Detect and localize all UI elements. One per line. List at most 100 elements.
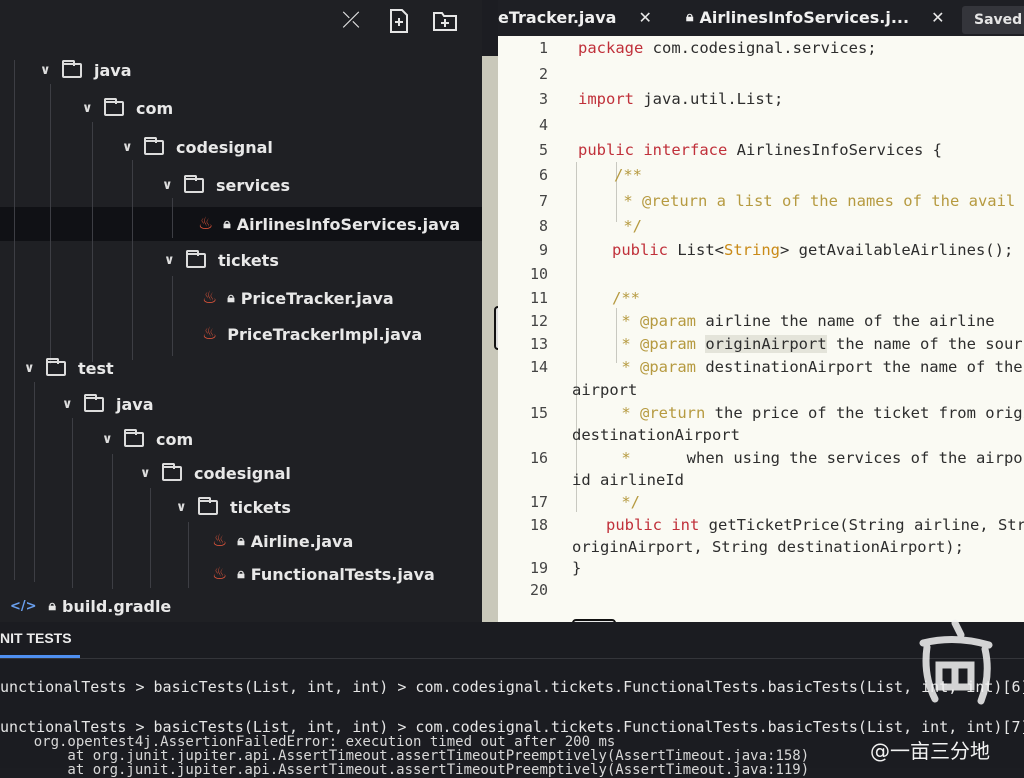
line-number: 4 [538,116,548,134]
line-number: 15 [529,404,548,422]
test-output-line: at org.junit.jupiter.api.AssertTimeout.a… [0,762,810,778]
chevron-down-icon: ∨ [102,431,113,447]
code-line: public int getTicketPrice(String airline… [606,516,1024,534]
code-file-icon: </> [10,598,37,614]
line-number: 14 [529,358,548,376]
line-number: 2 [538,65,548,83]
tree-folder-java[interactable]: ∨ java [62,389,154,419]
collapse-icon[interactable]: ⤫ [338,8,364,34]
new-folder-icon[interactable] [432,8,458,34]
new-file-icon[interactable] [386,8,412,34]
line-number: 13 [529,335,548,353]
tree-folder-com[interactable]: ∨ com [82,93,173,123]
java-file-icon: ♨ [198,214,214,234]
tree-label: codesignal [194,463,291,483]
code-line: id airlineId [572,471,684,489]
saved-status-badge: Saved [962,6,1024,34]
tree-label: AirlinesInfoServices.java [236,214,461,234]
lock-icon: 🔒︎ [223,216,231,232]
line-number: 5 [538,141,548,159]
folder-icon [184,174,204,193]
chevron-down-icon: ∨ [122,139,133,155]
chevron-down-icon: ∨ [62,396,73,412]
close-icon[interactable]: ✕ [931,8,944,27]
code-line: */ [614,217,642,235]
java-file-icon: ♨ [212,531,228,551]
tree-folder-com[interactable]: ∨ com [102,424,193,454]
line-number: 17 [529,493,548,511]
tree-folder-tickets[interactable]: ∨ tickets [164,245,279,275]
tab-label: AirlinesInfoServices.j... [699,7,910,27]
lock-icon: 🔒︎ [686,9,694,25]
code-editor[interactable]: eTracker.java ✕ 🔒︎ AirlinesInfoServices.… [498,0,1024,622]
chevron-down-icon: ∨ [82,100,93,116]
line-number: 11 [529,289,548,307]
tree-label: com [136,98,174,118]
tree-label: PriceTracker.java [240,288,394,308]
java-file-icon: ♨ [202,324,218,344]
divider [0,658,1024,659]
tree-folder-tickets[interactable]: ∨ tickets [176,492,291,522]
line-number: 8 [538,217,548,235]
lock-icon: 🔒︎ [237,533,245,549]
watermark-text: @一亩三分地 [870,739,990,763]
chevron-down-icon: ∨ [140,465,151,481]
chevron-down-icon: ∨ [176,499,187,515]
editor-tabs: eTracker.java ✕ 🔒︎ AirlinesInfoServices.… [498,0,1024,36]
code-line: /** [612,289,640,307]
code-line: } [572,559,582,577]
tree-folder-java[interactable]: ∨ java [40,55,132,85]
tree-folder-codesignal[interactable]: ∨ codesignal [122,132,273,162]
tree-label: tickets [230,497,291,517]
folder-icon [162,462,182,481]
chevron-down-icon: ∨ [164,252,175,268]
java-file-icon: ♨ [202,288,218,308]
tests-panel-tab[interactable]: NIT TESTS [0,630,72,646]
tree-folder-test[interactable]: ∨ test [24,353,114,383]
line-number: 20 [529,581,548,599]
tree-label: Airline.java [250,531,354,551]
folder-icon [124,428,144,447]
code-line: public List<String> getAvailableAirlines… [612,241,1014,259]
line-number: 12 [529,312,548,330]
code-line: */ [612,493,640,511]
code-line: airport [572,381,638,399]
code-line: originAirport, String destinationAirport… [572,538,964,556]
close-icon[interactable]: ✕ [638,8,651,27]
tree-folder-codesignal[interactable]: ∨ codesignal [140,458,291,488]
folder-icon [46,357,66,376]
tree-file-airline[interactable]: ♨ 🔒︎ Airline.java [212,526,353,556]
line-number: 18 [529,516,548,534]
line-number: 16 [529,449,548,467]
tree-label: com [156,429,194,449]
line-number: 3 [538,90,548,108]
tree-file-pricetrackerimpl[interactable]: ♨ PriceTrackerImpl.java [202,319,422,349]
tree-file-functionaltests[interactable]: ♨ 🔒︎ FunctionalTests.java [212,559,435,589]
line-number: 1 [538,39,548,57]
tab-pricetracker[interactable]: eTracker.java ✕ [498,0,652,34]
line-number: 6 [538,166,548,184]
chevron-down-icon: ∨ [24,360,35,376]
lock-icon: 🔒︎ [48,598,56,614]
tree-label: tickets [218,250,279,270]
tree-file-build-gradle[interactable]: </> 🔒︎ build.gradle [10,591,171,621]
tab-label: eTracker.java [498,7,617,27]
explorer-toolbar: ⤫ [0,0,482,42]
code-line: * when using the services of the airpor [612,449,1024,467]
line-number: 7 [538,192,548,210]
tree-file-pricetracker[interactable]: ♨ 🔒︎ PriceTracker.java [202,283,394,313]
code-line: * @param airline the name of the airline [612,312,995,330]
tree-label: build.gradle [62,596,172,616]
lock-icon: 🔒︎ [227,290,235,306]
code-line: /** [614,166,642,184]
lock-icon: 🔒︎ [237,566,245,582]
tree-file-airlinesinfoservices[interactable]: ♨ 🔒︎ AirlinesInfoServices.java [198,209,460,239]
tab-airlinesinfoservices[interactable]: 🔒︎ AirlinesInfoServices.j... ✕ [686,0,944,34]
tree-folder-services[interactable]: ∨ services [162,170,290,200]
line-number: 19 [529,559,548,577]
code-line: * @param destinationAirport the name of … [612,358,1023,376]
folder-icon [186,249,206,268]
code-line: destinationAirport [572,426,740,444]
folder-icon [198,496,218,515]
line-number: 10 [529,265,548,283]
